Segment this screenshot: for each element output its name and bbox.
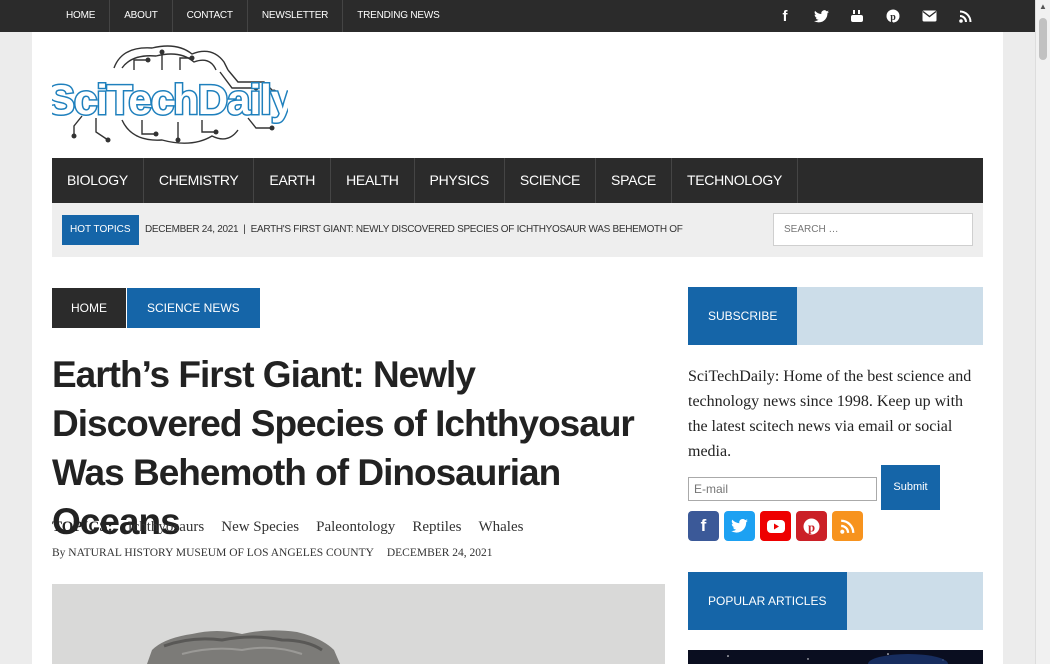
- subscribe-text: SciTechDaily: Home of the best science a…: [688, 368, 972, 460]
- topics-label: TOPICS:: [52, 519, 113, 535]
- nav-chemistry[interactable]: CHEMISTRY: [144, 158, 255, 203]
- subscribe-title: SUBSCRIBE: [688, 287, 798, 345]
- top-bar: HOME ABOUT CONTACT NEWSLETTER TRENDING N…: [0, 0, 1035, 32]
- breadcrumb-home[interactable]: HOME: [52, 288, 126, 328]
- youtube-icon[interactable]: [760, 511, 791, 541]
- email-icon[interactable]: [911, 0, 947, 32]
- topic-link[interactable]: New Species: [221, 519, 299, 536]
- youtube-icon[interactable]: [839, 0, 875, 32]
- byline-date: DECEMBER 24, 2021: [386, 547, 493, 559]
- ticker-separator: |: [243, 224, 246, 235]
- logo-text-fill: SciTechDaily: [52, 76, 288, 123]
- hot-topics-label: HOT TOPICS: [62, 215, 139, 245]
- article-byline: By NATURAL HISTORY MUSEUM OF LOS ANGELES…: [52, 547, 493, 559]
- article-topics: TOPICS: Ichthyosaurs New Species Paleont…: [52, 519, 540, 536]
- search-input[interactable]: [773, 213, 973, 246]
- nav-earth[interactable]: EARTH: [254, 158, 332, 203]
- topic-link[interactable]: Paleontology: [316, 519, 395, 536]
- social-links-sidebar: f p: [688, 511, 868, 541]
- top-nav-home[interactable]: HOME: [52, 0, 111, 32]
- nav-biology[interactable]: BIOLOGY: [52, 158, 144, 203]
- topic-link[interactable]: Ichthyosaurs: [128, 519, 205, 536]
- article-title: Earth’s First Giant: Newly Discovered Sp…: [52, 354, 635, 542]
- pinterest-icon[interactable]: p: [796, 511, 827, 541]
- nav-science[interactable]: SCIENCE: [505, 158, 597, 203]
- svg-text:p: p: [890, 12, 896, 23]
- top-nav-about[interactable]: ABOUT: [110, 0, 173, 32]
- rss-icon[interactable]: [947, 0, 983, 32]
- rss-icon[interactable]: [832, 511, 863, 541]
- popular-articles-header: POPULAR ARTICLES: [688, 572, 983, 630]
- top-nav: HOME ABOUT CONTACT NEWSLETTER TRENDING N…: [52, 0, 454, 32]
- twitter-icon[interactable]: [803, 0, 839, 32]
- popular-articles-title: POPULAR ARTICLES: [688, 572, 847, 630]
- hot-topics-ticker[interactable]: DECEMBER 24, 2021 | EARTH'S FIRST GIANT: N…: [145, 215, 683, 245]
- article-hero-image: [52, 584, 665, 664]
- topic-link[interactable]: Reptiles: [412, 519, 461, 536]
- scrollbar-thumb[interactable]: [1039, 18, 1047, 60]
- top-nav-contact[interactable]: CONTACT: [173, 0, 248, 32]
- main-nav: BIOLOGY CHEMISTRY EARTH HEALTH PHYSICS S…: [52, 158, 983, 203]
- pinterest-icon[interactable]: p: [875, 0, 911, 32]
- site-logo[interactable]: SciTechDaily SciTechDaily: [45, 40, 297, 150]
- ticker-date: DECEMBER 24, 2021: [145, 224, 239, 235]
- byline-author[interactable]: NATURAL HISTORY MUSEUM OF LOS ANGELES CO…: [68, 547, 374, 559]
- byline-by: By: [52, 547, 66, 559]
- nav-physics[interactable]: PHYSICS: [415, 158, 505, 203]
- email-field[interactable]: [688, 477, 877, 501]
- ticker-headline[interactable]: EARTH'S FIRST GIANT: NEWLY DISCOVERED SP…: [251, 224, 683, 235]
- svg-text:p: p: [808, 520, 815, 534]
- popular-article-thumbnail[interactable]: [688, 650, 983, 664]
- hot-topics-bar: HOT TOPICS DECEMBER 24, 2021 | EARTH'S FIR…: [52, 203, 983, 257]
- topic-link[interactable]: Whales: [478, 519, 523, 536]
- breadcrumb-category[interactable]: SCIENCE NEWS: [127, 288, 260, 328]
- facebook-icon[interactable]: f: [767, 0, 803, 32]
- vertical-scrollbar[interactable]: ▲: [1035, 0, 1050, 664]
- page-container: SciTechDaily SciTechDaily BIOLOGY CHEMIS…: [32, 32, 1003, 664]
- top-nav-newsletter[interactable]: NEWSLETTER: [248, 0, 344, 32]
- twitter-icon[interactable]: [724, 511, 755, 541]
- social-links-top: f p: [767, 0, 983, 32]
- top-nav-trending-news[interactable]: TRENDING NEWS: [343, 0, 453, 32]
- facebook-icon[interactable]: f: [688, 511, 719, 541]
- breadcrumb: HOME SCIENCE NEWS: [52, 288, 260, 328]
- nav-technology[interactable]: TECHNOLOGY: [672, 158, 798, 203]
- submit-button[interactable]: Submit: [881, 465, 940, 510]
- nav-health[interactable]: HEALTH: [331, 158, 415, 203]
- scroll-up-arrow-icon[interactable]: ▲: [1039, 2, 1047, 11]
- nav-space[interactable]: SPACE: [596, 158, 672, 203]
- subscribe-widget-header: SUBSCRIBE: [688, 287, 983, 345]
